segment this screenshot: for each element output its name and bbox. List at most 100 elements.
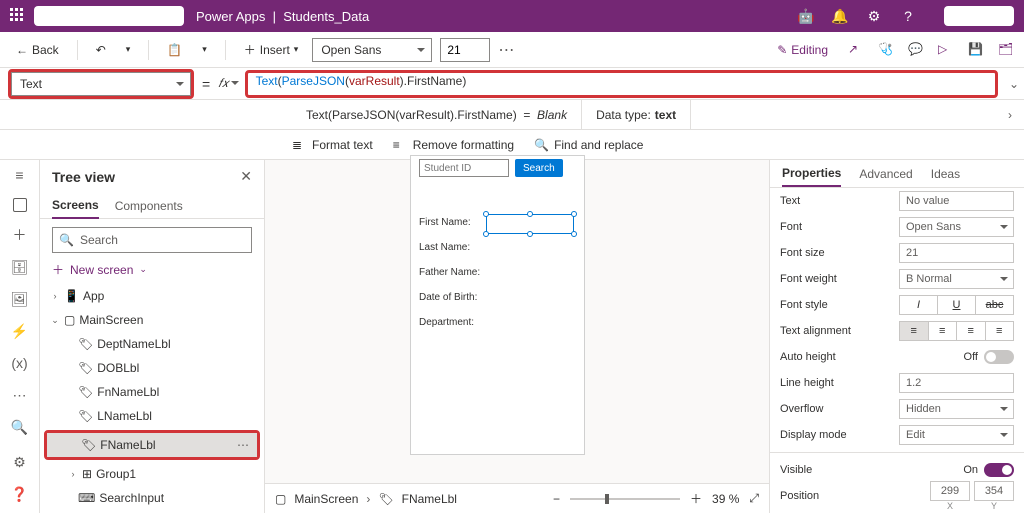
prop-font-dropdown[interactable]: Open Sans	[899, 217, 1014, 237]
settings-icon[interactable]: ⚙	[11, 453, 29, 471]
breadcrumb-selected[interactable]: FNameLbl	[402, 492, 457, 506]
prop-textalign[interactable]: ≡≡≡≡	[899, 321, 1014, 341]
find-replace-button[interactable]: 🔍Find and replace	[534, 138, 643, 152]
prop-pos-x[interactable]: 299	[930, 481, 970, 501]
close-icon[interactable]: ✕	[240, 168, 252, 185]
more-rail-icon[interactable]: ⋯	[11, 386, 29, 404]
top-header: Power Apps | Students_Data 🤖 🔔 ⚙ ?	[0, 0, 1024, 32]
virtual-agent-icon[interactable]: ❓	[11, 485, 29, 503]
paste-button[interactable]: 📋	[161, 40, 188, 60]
prop-fontweight[interactable]: B Normal	[899, 269, 1014, 289]
tree-title: Tree view	[52, 169, 240, 185]
formula-input[interactable]: Text(ParseJSON(varResult).FirstName)	[248, 74, 995, 94]
remove-formatting-button[interactable]: ≡Remove formatting	[393, 138, 514, 152]
fullscreen-icon[interactable]: ⤢	[749, 491, 759, 506]
tree-node[interactable]: 🏷 DOBLbl	[40, 356, 264, 380]
bell-icon[interactable]: 🔔	[832, 8, 848, 24]
user-pill[interactable]	[944, 6, 1014, 26]
publish-icon[interactable]: 🗂	[998, 42, 1014, 58]
insert-icon[interactable]: ＋	[11, 226, 29, 244]
zoom-slider[interactable]	[570, 498, 680, 500]
app-title: Power Apps | Students_Data	[196, 9, 369, 24]
prop-displaymode[interactable]: Edit	[899, 425, 1014, 445]
new-screen-button[interactable]: ＋ New screen ⌄	[40, 259, 264, 284]
prop-lineheight[interactable]: 1.2	[899, 373, 1014, 393]
canvas-area[interactable]: Search First Name: Last Name: Father Nam…	[265, 160, 769, 513]
equals-sign: =	[202, 76, 210, 92]
breadcrumb-bar: ▢MainScreen › 🏷FNameLbl − ＋ 39 % ⤢	[265, 483, 769, 513]
left-rail: ≡ ＋ 🗄 🖼 ⚡ (x) ⋯ 🔍 ⚙ ❓	[0, 160, 40, 513]
help-icon[interactable]: ?	[900, 8, 916, 24]
expand-formula-icon[interactable]: ⌄	[1004, 77, 1024, 91]
tree-node-mainscreen[interactable]: ⌄▢ MainScreen	[40, 308, 264, 332]
editing-mode[interactable]: ✎ Editing	[771, 40, 834, 60]
zoom-in-icon[interactable]: ＋	[690, 490, 702, 507]
media-icon[interactable]: 🖼	[11, 290, 29, 308]
tree-panel: Tree view ✕ Screens Components 🔍 Search …	[40, 160, 265, 513]
fontsize-input[interactable]	[440, 38, 490, 62]
save-icon[interactable]: 💾	[968, 42, 984, 58]
tree-node[interactable]: 🏷 FnNameLbl	[40, 380, 264, 404]
hamburger-icon[interactable]: ≡	[11, 166, 29, 184]
more-icon[interactable]: ⋯	[498, 40, 514, 60]
checker-icon[interactable]: 🩺	[878, 42, 894, 58]
tab-advanced[interactable]: Advanced	[859, 160, 912, 187]
insert-button[interactable]: ＋ Insert ▾	[238, 38, 305, 61]
prop-autoheight-toggle[interactable]	[984, 350, 1014, 364]
prop-text-value[interactable]: No value	[899, 191, 1014, 211]
search-rail-icon[interactable]: 🔍	[11, 418, 29, 436]
zoom-value: 39 %	[712, 492, 739, 506]
data-icon[interactable]: 🗄	[11, 258, 29, 276]
properties-panel: Properties Advanced Ideas TextNo value F…	[769, 160, 1024, 513]
tree-node-app[interactable]: ›📱 App	[40, 284, 264, 308]
prop-overflow[interactable]: Hidden	[899, 399, 1014, 419]
tree-node[interactable]: ›⊞ Group1	[40, 462, 264, 486]
waffle-icon[interactable]	[10, 8, 26, 24]
flows-icon[interactable]: ⚡	[11, 322, 29, 340]
breadcrumb-main[interactable]: MainScreen	[294, 492, 358, 506]
prop-fontstyle[interactable]: IUabc	[899, 295, 1014, 315]
tab-screens[interactable]: Screens	[52, 193, 99, 219]
prop-visible-toggle[interactable]	[984, 463, 1014, 477]
gear-icon[interactable]: ⚙	[866, 8, 882, 24]
paste-split[interactable]: ▾	[196, 41, 213, 58]
formula-bar: Text = 𝑓𝑥 Text(ParseJSON(varResult).Firs…	[0, 68, 1024, 100]
property-select[interactable]: Text	[11, 72, 191, 96]
form-label: Date of Birth:	[419, 292, 576, 303]
tree-search-input[interactable]: 🔍 Search	[52, 227, 252, 253]
bot-icon[interactable]: 🤖	[798, 8, 814, 24]
comments-icon[interactable]: 💬	[908, 42, 924, 58]
tree-node[interactable]: ⌨ SearchInput	[40, 486, 264, 510]
format-text-button[interactable]: ≣Format text	[292, 138, 373, 152]
tab-components[interactable]: Components	[115, 193, 183, 219]
selected-control[interactable]	[486, 214, 574, 234]
node-more-icon[interactable]: ⋯	[237, 438, 249, 452]
tab-ideas[interactable]: Ideas	[931, 160, 960, 187]
tree-node[interactable]: 🏷 DeptNameLbl	[40, 332, 264, 356]
form-label: Father Name:	[419, 267, 576, 278]
share-icon[interactable]: ↗	[848, 42, 864, 58]
play-icon[interactable]: ▷	[938, 42, 954, 58]
tree-node[interactable]: 🏷 LNameLbl	[40, 404, 264, 428]
environment-pill[interactable]	[34, 6, 184, 26]
tree-icon[interactable]	[13, 198, 27, 212]
undo-split[interactable]: ▾	[120, 41, 137, 58]
vars-icon[interactable]: (x)	[11, 354, 29, 372]
search-button[interactable]: Search	[515, 159, 563, 177]
zoom-out-icon[interactable]: −	[553, 492, 560, 506]
result-bar: Text(ParseJSON(varResult).FirstName) = B…	[0, 100, 1024, 130]
studentid-input[interactable]	[419, 159, 509, 177]
form-label: Department:	[419, 317, 576, 328]
font-dropdown[interactable]: Open Sans	[312, 38, 432, 62]
fx-icon[interactable]: 𝑓𝑥	[218, 76, 228, 91]
result-chevron-icon[interactable]: ›	[996, 108, 1024, 122]
tab-properties[interactable]: Properties	[782, 160, 841, 187]
back-button[interactable]: ← Back	[10, 40, 65, 60]
prop-fontsize[interactable]: 21	[899, 243, 1014, 263]
prop-pos-y[interactable]: 354	[974, 481, 1014, 501]
form-label: Last Name:	[419, 242, 576, 253]
undo-button[interactable]: ↶	[90, 40, 112, 60]
phone-preview: Search First Name: Last Name: Father Nam…	[410, 155, 585, 455]
command-bar: ← Back ↶ ▾ 📋 ▾ ＋ Insert ▾ Open Sans ⋯ ✎ …	[0, 32, 1024, 68]
tree-node-selected[interactable]: 🏷 FNameLbl⋯	[47, 433, 257, 457]
